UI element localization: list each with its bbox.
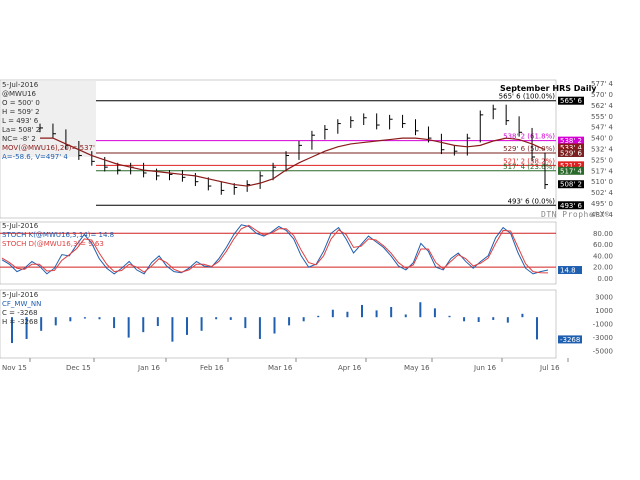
cf-y-tick: 3000 — [595, 293, 613, 301]
price-low: L = 493' 6 — [2, 117, 39, 125]
cf-bar — [113, 317, 116, 329]
x-tick-label: Mar 16 — [268, 364, 293, 372]
cf-bar — [54, 317, 57, 326]
price-y-tick: 540' 0 — [591, 135, 613, 143]
cf-bar — [375, 310, 378, 318]
cf-y-tick: 1000 — [595, 307, 613, 315]
price-tag: 517' 4 — [560, 167, 583, 175]
cf-bar — [186, 317, 188, 335]
price-open: O = 500' 0 — [2, 99, 40, 107]
brand-watermark: DTN ProphetX® — [541, 210, 611, 219]
stoch-date: 5-Jul-2016 — [2, 222, 39, 230]
x-tick-label: Nov 15 — [2, 364, 27, 372]
x-tick-label: Jun 16 — [473, 364, 497, 372]
cf-bar — [200, 317, 203, 331]
cf-bar — [156, 317, 159, 327]
cf-date: 5-Jul-2016 — [2, 291, 39, 299]
stoch-y-tick: 60.00 — [593, 241, 613, 249]
price-y-tick: 495' 0 — [591, 200, 613, 208]
cf-bar — [127, 317, 130, 338]
price-symbol: @MWU16 — [2, 90, 36, 98]
cf-bar — [69, 317, 72, 322]
price-date: 5-Jul-2016 — [2, 81, 39, 89]
cf-name: CF_MW_NN — [2, 300, 42, 308]
cf-bar — [98, 317, 101, 320]
price-y-tick: 532' 4 — [591, 146, 614, 154]
ma-label: MOV(@MWU16),20)= 537' — [2, 144, 95, 152]
cf-bar — [346, 311, 349, 318]
stoch-y-tick: 40.00 — [593, 252, 613, 260]
x-tick-label: Dec 15 — [66, 364, 91, 372]
stoch-y-tick: 20.00 — [593, 264, 613, 272]
cf-bar — [215, 317, 218, 320]
cf-info-box: 5-Jul-2016 CF_MW_NN C = -3268 H = -3268 — [2, 291, 41, 327]
price-tag: 508' 2 — [560, 181, 582, 189]
stoch-y-tick: 0.00 — [597, 275, 613, 283]
cf-bar — [273, 317, 276, 334]
stoch-d-label: STOCH D(@MWU16,3)= 9.63 — [2, 240, 104, 248]
price-y-tick: 502' 4 — [591, 189, 614, 197]
fib-label: 538' 2 (61.8%) — [503, 133, 555, 141]
cf-bar — [331, 309, 334, 318]
cf-bar — [258, 317, 261, 339]
cf-y-tick: -5000 — [593, 348, 613, 356]
cf-bar — [83, 317, 86, 319]
cf-bar — [317, 315, 320, 318]
price-tag: 565' 6 — [560, 97, 583, 105]
price-high: H = 509' 2 — [2, 108, 40, 116]
price-y-tick: 555' 0 — [591, 113, 613, 121]
cf-bar — [390, 307, 393, 318]
cf-bar — [521, 313, 524, 318]
price-y-tick: 562' 4 — [591, 102, 614, 110]
fib-label: 529' 6 (50.0%) — [503, 145, 555, 153]
price-y-tick: 547' 4 — [591, 124, 614, 132]
cf-bar — [492, 317, 495, 320]
cf-plot-frame — [0, 289, 557, 359]
cf-tag: -3268 — [560, 336, 580, 344]
cf-bar — [244, 317, 247, 329]
price-y-tick: 517' 4 — [591, 167, 614, 175]
x-tick-label: May 16 — [404, 364, 430, 372]
cf-bar — [463, 317, 466, 322]
chart-title: September HRS Daily — [500, 84, 597, 93]
cf-high: H = -3268 — [2, 318, 38, 326]
av-label: A=-58.6, V=497' 4 — [2, 153, 68, 161]
price-tag: 529' 6 — [560, 149, 583, 157]
price-info-box: 5-Jul-2016 @MWU16 O = 500' 0 H = 509' 2 … — [2, 81, 95, 162]
cf-bar — [302, 317, 305, 322]
stoch-k-label: STOCH K(@MWU16,3,14)= 14.8 — [2, 231, 115, 239]
x-tick-label: Jan 16 — [137, 364, 160, 372]
x-tick-label: Jul 16 — [539, 364, 560, 372]
price-y-tick: 510' 0 — [591, 178, 613, 186]
cf-bar — [433, 308, 436, 318]
cf-bar — [506, 317, 509, 323]
cf-bar — [536, 317, 538, 340]
cf-bar — [171, 317, 174, 342]
x-tick-label: Feb 16 — [200, 364, 224, 372]
cf-y-tick: -3000 — [593, 334, 613, 342]
stoch-info-box: 5-Jul-2016 STOCH K(@MWU16,3,14)= 14.8 ST… — [2, 222, 114, 249]
cf-y-tick: -1000 — [593, 321, 613, 329]
stoch-tag: 14.8 — [560, 267, 576, 275]
price-net-change: NC= -8' 2 — [2, 135, 36, 143]
x-axis: Nov 15 Dec 15 Jan 16 Feb 16 Mar 16 Apr 16 May … — [2, 358, 569, 372]
price-tag: 493' 6 — [560, 202, 583, 210]
cf-bar — [142, 317, 145, 333]
cf-bar — [477, 317, 480, 322]
cf-bar — [288, 317, 291, 326]
x-tick-label: Apr 16 — [338, 364, 362, 372]
cf-bar — [448, 315, 451, 318]
cf-panel: 3000 1000 -1000 -3000 -5000 -3268 — [0, 289, 613, 359]
cf-bar — [229, 317, 232, 320]
cf-close: C = -3268 — [2, 309, 38, 317]
cf-bar — [361, 304, 363, 318]
fib-label: 565' 6 (100.0%) — [499, 93, 556, 101]
price-last: La= 508' 2 — [2, 126, 41, 134]
fib-label: 517' 4 (23.6%) — [503, 163, 555, 171]
cf-bar — [419, 302, 422, 318]
price-y-tick: 525' 0 — [591, 156, 613, 164]
fib-label: 493' 6 (0.0%) — [508, 197, 556, 205]
cf-bar — [404, 314, 407, 318]
stoch-y-tick: 80.00 — [593, 230, 613, 238]
